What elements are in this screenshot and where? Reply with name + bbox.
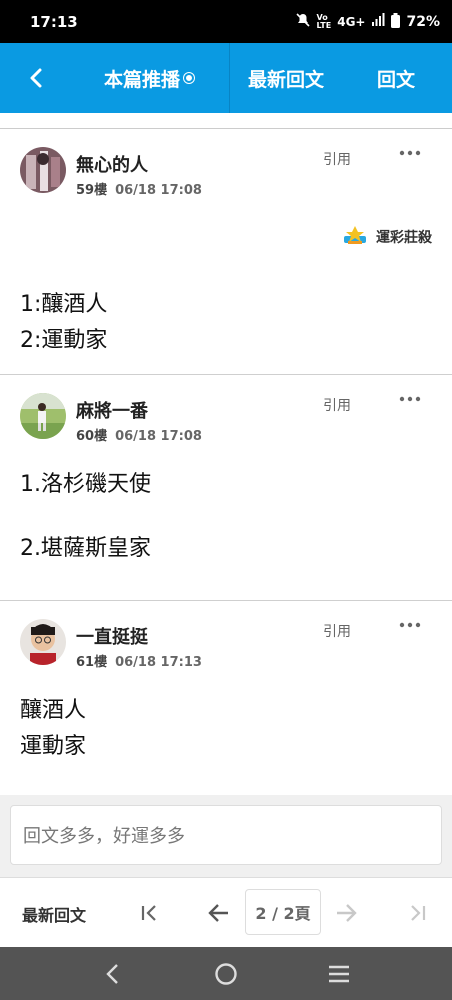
post-line: 運動家 [20, 734, 87, 759]
app-bar: 本篇推播 最新回文 回文 [0, 43, 452, 113]
pagination-bar: 最新回文 2 / 2頁 [0, 877, 452, 947]
floor-number: 59樓 [76, 183, 108, 198]
tab-push-notify[interactable]: 本篇推播 [70, 43, 228, 113]
nav-home-icon[interactable] [213, 961, 239, 987]
post-datetime: 06/18 17:13 [115, 655, 202, 670]
post-line: 釀酒人 [20, 698, 87, 723]
username[interactable]: 一直挺挺 [76, 623, 148, 649]
reply-composer: 回文多多，好運多多 [0, 795, 452, 877]
badge-label: 運彩莊殺 [376, 230, 432, 246]
username[interactable]: 麻將一番 [76, 397, 148, 423]
page-indicator[interactable]: 2 / 2頁 [245, 889, 321, 935]
signal-icon [371, 13, 385, 30]
nav-recents-icon[interactable] [326, 961, 352, 987]
avatar[interactable] [20, 393, 66, 439]
system-nav-bar [0, 947, 452, 1000]
avatar[interactable] [20, 619, 66, 665]
post-item: 無心的人 59樓 06/18 17:08 引用 運彩莊殺 1:釀酒人 2:運動家 [0, 129, 452, 375]
post-list: 無心的人 59樓 06/18 17:08 引用 運彩莊殺 1:釀酒人 2:運動家 [0, 113, 452, 795]
quote-button[interactable]: 引用 [323, 621, 351, 641]
post-content: 釀酒人 運動家 [20, 693, 86, 765]
post-line: 2:運動家 [20, 328, 108, 353]
post-content: 1.洛杉磯天使 2.堪薩斯皇家 [20, 469, 151, 565]
last-page-icon[interactable] [404, 900, 430, 926]
post-meta: 60樓 06/18 17:08 [76, 425, 202, 444]
reply-button[interactable]: 回文 [360, 43, 432, 113]
status-bar: 17:13 Vo LTE 4G+ 72% [0, 0, 452, 43]
nav-back-icon[interactable] [100, 961, 126, 987]
post-meta: 59樓 06/18 17:08 [76, 179, 202, 198]
avatar[interactable] [20, 147, 66, 193]
toggle-dot-icon [184, 73, 194, 83]
post-line: 1.洛杉磯天使 [20, 472, 151, 497]
post-item: 麻將一番 60樓 06/18 17:08 引用 1.洛杉磯天使 2.堪薩斯皇家 [0, 375, 452, 601]
post-datetime: 06/18 17:08 [115, 183, 202, 198]
post-item: 一直挺挺 61樓 06/18 17:13 引用 釀酒人 運動家 [0, 601, 452, 795]
latest-reply-link[interactable]: 最新回文 [22, 902, 86, 926]
tab-latest-reply[interactable]: 最新回文 [232, 43, 340, 113]
next-page-icon[interactable] [333, 900, 359, 926]
prev-page-icon[interactable] [206, 900, 232, 926]
first-page-icon[interactable] [137, 900, 163, 926]
badge-trophy-icon [342, 224, 368, 250]
divider [0, 113, 452, 129]
more-dots-icon[interactable] [398, 615, 422, 635]
network-type: 4G+ [337, 14, 366, 29]
post-content: 1:釀酒人 2:運動家 [20, 287, 107, 359]
quote-button[interactable]: 引用 [323, 395, 351, 415]
volte-icon: Vo LTE [316, 12, 332, 30]
quote-button[interactable]: 引用 [323, 149, 351, 169]
post-datetime: 06/18 17:08 [115, 429, 202, 444]
back-arrow-icon[interactable] [22, 63, 52, 93]
post-line: 2.堪薩斯皇家 [20, 536, 151, 561]
mute-icon [295, 12, 311, 31]
floor-number: 60樓 [76, 429, 108, 444]
post-meta: 61樓 06/18 17:13 [76, 651, 202, 670]
divider [229, 43, 230, 113]
user-badge[interactable]: 運彩莊殺 [342, 224, 432, 250]
battery-icon [391, 12, 401, 31]
more-dots-icon[interactable] [398, 389, 422, 409]
status-time: 17:13 [30, 12, 78, 31]
more-dots-icon[interactable] [398, 143, 422, 163]
battery-percent: 72% [406, 13, 440, 30]
username[interactable]: 無心的人 [76, 151, 148, 177]
floor-number: 61樓 [76, 655, 108, 670]
tab-push-label: 本篇推播 [103, 68, 180, 91]
post-line: 1:釀酒人 [20, 292, 108, 317]
reply-input[interactable]: 回文多多，好運多多 [10, 805, 442, 865]
status-icons: Vo LTE 4G+ 72% [295, 12, 440, 31]
post-line [20, 501, 151, 533]
